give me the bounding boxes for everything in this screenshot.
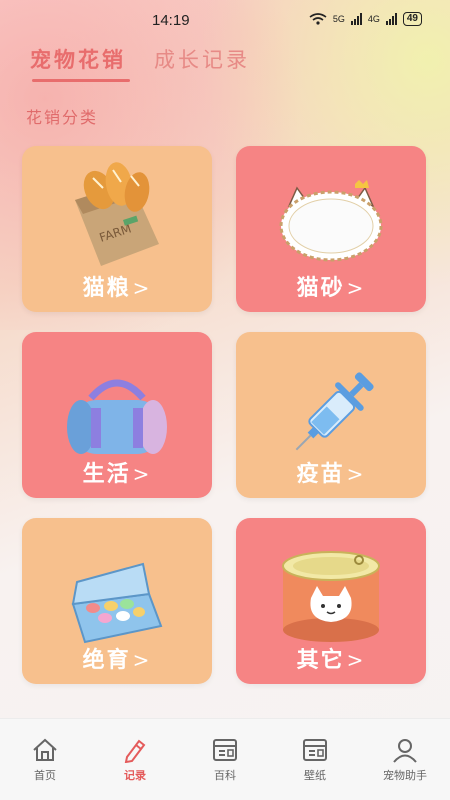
category-card-cat-litter[interactable]: 猫砂 > — [236, 146, 426, 312]
home-icon — [33, 738, 57, 761]
syringe-icon — [295, 372, 374, 451]
category-label: 其它 > — [296, 648, 366, 673]
battery-icon: 49 — [402, 12, 422, 26]
nav-item-home[interactable]: 首页 — [5, 737, 85, 783]
signal-icon-2 — [385, 13, 397, 25]
nav-item-pet-assistant[interactable]: 宠物助手 — [365, 737, 445, 783]
wallpaper-icon — [303, 738, 327, 761]
bottom-nav: 首页 记录 百科 壁纸 宠物助手 — [0, 718, 450, 800]
nav-label: 记录 — [124, 768, 146, 782]
category-label: 猫砂 > — [296, 276, 366, 301]
category-card-sterilization[interactable]: 绝育 > — [22, 518, 212, 684]
cat-can-icon — [282, 551, 380, 642]
nav-label: 百科 — [214, 768, 236, 782]
chevron-right-icon: > — [132, 648, 152, 672]
book-icon — [213, 738, 237, 761]
nav-item-wallpaper[interactable]: 壁纸 — [275, 737, 355, 783]
user-icon — [393, 738, 417, 763]
pen-icon — [124, 739, 146, 763]
category-label: 绝育 > — [82, 648, 152, 673]
tab-growth-record[interactable]: 成长记录 — [154, 44, 250, 82]
bread-bag-icon: FARM — [75, 162, 159, 266]
section-title: 花销分类 — [26, 108, 99, 127]
nav-label: 宠物助手 — [383, 768, 427, 782]
chevron-right-icon: > — [132, 276, 152, 300]
nav-label: 首页 — [34, 768, 56, 782]
category-label: 猫粮 > — [82, 276, 152, 301]
chevron-right-icon: > — [346, 462, 366, 486]
chevron-right-icon: > — [346, 648, 366, 672]
status-bar: 14:19 5G 4G 49 — [0, 0, 450, 42]
category-card-living[interactable]: 生活 > — [22, 332, 212, 498]
battery-level: 49 — [406, 13, 418, 24]
duffel-bag-icon — [67, 379, 167, 454]
chevron-right-icon: > — [132, 462, 152, 486]
category-card-vaccine[interactable]: 疫苗 > — [236, 332, 426, 498]
tab-pet-expenses[interactable]: 宠物花销 — [30, 44, 130, 82]
network-label-1: 5G — [332, 14, 345, 24]
nav-item-record[interactable]: 记录 — [95, 737, 175, 783]
category-card-other[interactable]: 其它 > — [236, 518, 426, 684]
status-time: 14:19 — [152, 12, 190, 29]
status-icons: 5G 4G 49 — [309, 12, 422, 26]
top-tabs: 宠物花销 成长记录 — [30, 44, 250, 82]
signal-icon — [350, 13, 362, 25]
network-label-2: 4G — [367, 14, 380, 24]
category-label: 生活 > — [82, 462, 152, 487]
wifi-icon — [309, 13, 327, 25]
category-card-cat-food[interactable]: FARM 猫粮 > — [22, 146, 212, 312]
chevron-right-icon: > — [346, 276, 366, 300]
nav-label: 壁纸 — [304, 768, 326, 782]
pill-box-icon — [71, 562, 163, 644]
nav-item-encyclopedia[interactable]: 百科 — [185, 737, 265, 783]
category-label: 疫苗 > — [296, 462, 366, 487]
